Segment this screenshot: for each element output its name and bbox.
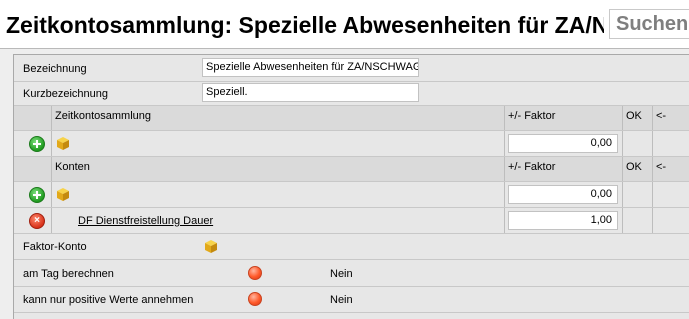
faktor-konto-row: Faktor-Konto	[14, 234, 689, 260]
kurzbezeichnung-row: Kurzbezeichnung Speziell.	[14, 81, 689, 106]
divider	[622, 208, 623, 233]
divider	[652, 208, 653, 233]
red-dot-icon[interactable]	[248, 266, 262, 280]
col-header-arrow: <-	[656, 161, 667, 173]
divider	[51, 208, 52, 233]
divider	[504, 182, 505, 207]
konten-row: × DF Dienstfreistellung Dauer 1,00	[14, 208, 689, 234]
divider	[652, 157, 653, 181]
option-value: Nein	[330, 294, 353, 306]
konten-new-row: 0,00	[14, 182, 689, 208]
bezeichnung-label: Bezeichnung	[23, 63, 87, 75]
divider	[622, 182, 623, 207]
option-label: am Tag berechnen	[23, 268, 114, 280]
option-row-am-tag-berechnen: am Tag berechnen Nein	[14, 260, 689, 287]
col-header-faktor: +/- Faktor	[508, 161, 556, 173]
bezeichnung-row: Bezeichnung Spezielle Abwesenheiten für …	[14, 55, 689, 82]
divider	[652, 131, 653, 156]
kurzbezeichnung-field[interactable]: Speziell.	[202, 83, 419, 102]
divider	[51, 131, 52, 156]
col-header-ok: OK	[626, 161, 642, 173]
zeitkontosammlung-new-row: 0,00	[14, 131, 689, 157]
zeitkontosammlung-header: Zeitkontosammlung +/- Faktor OK <-	[14, 106, 689, 131]
add-konto-button[interactable]	[29, 187, 45, 203]
delete-konto-button[interactable]: ×	[29, 213, 45, 229]
divider	[51, 182, 52, 207]
col-header-ok: OK	[626, 110, 642, 122]
faktor-field[interactable]: 0,00	[508, 134, 618, 153]
bezeichnung-field[interactable]: Spezielle Abwesenheiten für ZA/NSCHWAG	[202, 58, 419, 77]
divider	[622, 131, 623, 156]
option-value: Nein	[330, 268, 353, 280]
divider	[622, 106, 623, 130]
box-icon[interactable]	[56, 188, 70, 201]
col-header-faktor: +/- Faktor	[508, 110, 556, 122]
konto-link[interactable]: DF Dienstfreistellung Dauer	[78, 214, 213, 228]
divider	[652, 106, 653, 130]
red-dot-icon[interactable]	[248, 292, 262, 306]
search-input[interactable]: Suchen	[609, 9, 689, 39]
page-title: Zeitkontosammlung: Spezielle Abwesenheit…	[6, 12, 604, 38]
divider	[51, 157, 52, 181]
option-row-nur-positive-werte: kann nur positive Werte annehmen Nein	[14, 287, 689, 313]
faktor-field[interactable]: 0,00	[508, 185, 618, 204]
col-header-konten: Konten	[55, 161, 90, 173]
add-zeitkontosammlung-button[interactable]	[29, 136, 45, 152]
kurzbezeichnung-label: Kurzbezeichnung	[23, 88, 109, 100]
divider	[51, 106, 52, 130]
faktor-field[interactable]: 1,00	[508, 211, 618, 230]
divider	[504, 157, 505, 181]
divider	[504, 106, 505, 130]
option-label: kann nur positive Werte annehmen	[23, 294, 194, 306]
divider	[504, 131, 505, 156]
title-bar: Zeitkontosammlung: Spezielle Abwesenheit…	[0, 0, 689, 49]
detail-panel: Bezeichnung Spezielle Abwesenheiten für …	[13, 54, 689, 319]
faktor-konto-label: Faktor-Konto	[23, 241, 87, 253]
col-header-arrow: <-	[656, 110, 667, 122]
divider	[504, 208, 505, 233]
box-icon[interactable]	[204, 240, 218, 253]
divider	[652, 182, 653, 207]
box-icon[interactable]	[56, 137, 70, 150]
konten-header: Konten +/- Faktor OK <-	[14, 157, 689, 182]
divider	[622, 157, 623, 181]
col-header-zeitkontosammlung: Zeitkontosammlung	[55, 110, 151, 122]
